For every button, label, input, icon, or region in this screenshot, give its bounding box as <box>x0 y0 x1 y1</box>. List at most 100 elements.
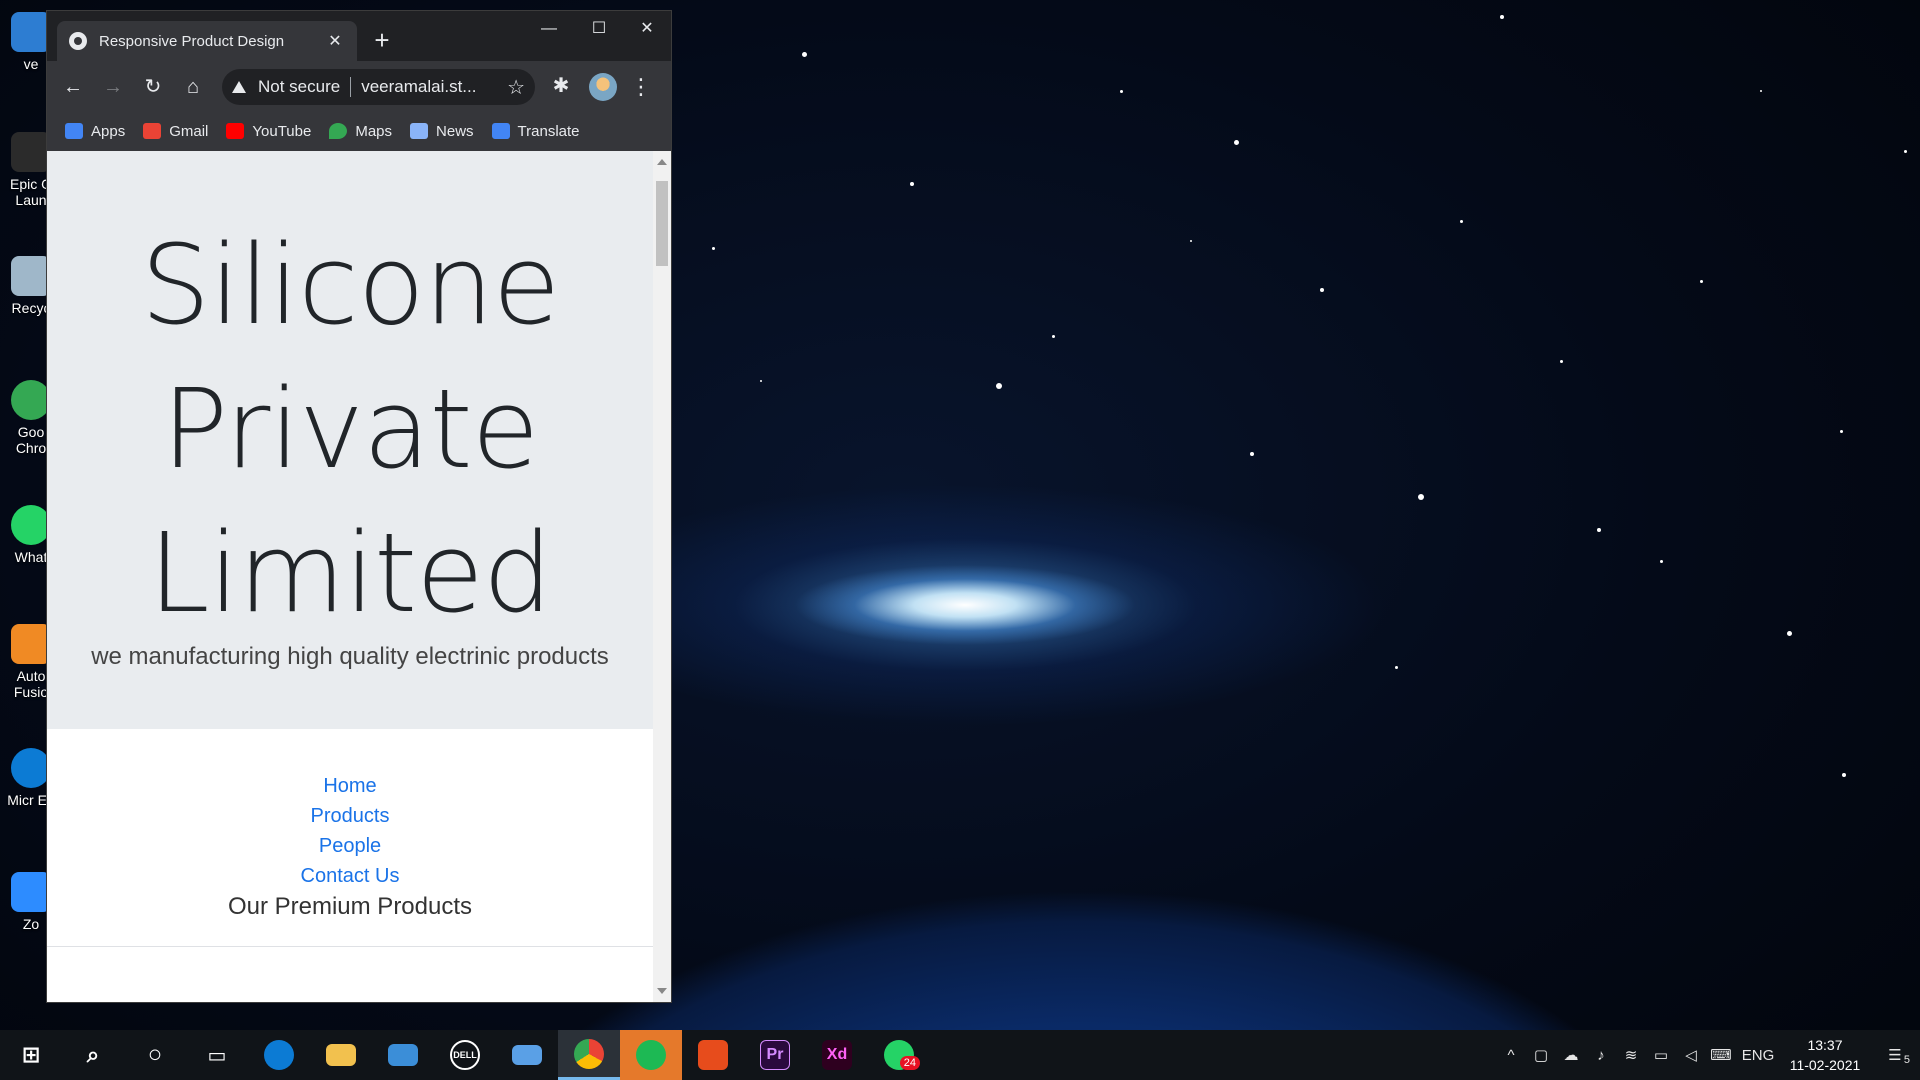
language-indicator[interactable]: ENG <box>1736 1047 1780 1064</box>
task-view-button[interactable]: ▭ <box>186 1030 248 1080</box>
premiere-icon: Pr <box>760 1040 790 1070</box>
nav-link-contact[interactable]: Contact Us <box>47 861 653 891</box>
clock-date: 11-02-2021 <box>1789 1057 1861 1073</box>
profile-avatar[interactable] <box>589 73 617 101</box>
tab-strip: Responsive Product Design ✕ + — ☐ ✕ <box>47 11 671 61</box>
dell-icon: DELL <box>450 1040 480 1070</box>
search-button[interactable]: ⌕ <box>62 1030 124 1080</box>
taskbar-whatsapp[interactable]: 24 <box>868 1030 930 1080</box>
hero-title-line: Silicone <box>140 221 561 349</box>
notification-center-icon[interactable]: ☰ 5 <box>1870 1046 1920 1066</box>
cortana-button[interactable]: ○ <box>124 1030 186 1080</box>
new-tab-button[interactable]: + <box>367 27 397 53</box>
hero-subtitle: we manufacturing high quality electrinic… <box>91 643 609 670</box>
site-nav: Home Products People Contact Us <box>47 771 653 891</box>
hero-jumbotron: Silicone Private Limited we manufacturin… <box>47 151 653 729</box>
system-tray: ^ ▢ ☁ ♪ ≋ ▭ ◁ ⌨ ENG 13:37 11-02-2021 ☰ 5 <box>1496 1030 1920 1080</box>
scroll-down-arrow-icon[interactable] <box>657 988 667 994</box>
extensions-puzzle-icon[interactable]: ✱ <box>550 75 572 97</box>
edge-icon <box>264 1040 294 1070</box>
browser-window: Responsive Product Design ✕ + — ☐ ✕ ← → … <box>46 10 672 1003</box>
apps-grid-icon <box>65 123 83 139</box>
taskbar-premiere[interactable]: Pr <box>744 1030 806 1080</box>
reload-icon[interactable]: ↻ <box>137 71 169 103</box>
scroll-up-arrow-icon[interactable] <box>657 159 667 165</box>
office-icon <box>698 1040 728 1070</box>
meet-now-icon[interactable]: ▢ <box>1526 1046 1556 1064</box>
chrome-icon <box>574 1038 604 1069</box>
taskbar-edge[interactable] <box>248 1030 310 1080</box>
spotify-icon <box>636 1040 666 1070</box>
bookmark-youtube[interactable]: YouTube <box>226 123 311 140</box>
taskbar-app[interactable] <box>496 1030 558 1080</box>
taskbar-spotify[interactable] <box>620 1030 682 1080</box>
youtube-icon <box>226 123 245 139</box>
whatsapp-badge: 24 <box>899 1056 920 1070</box>
browser-tab[interactable]: Responsive Product Design ✕ <box>57 21 357 61</box>
taskbar-office[interactable] <box>682 1030 744 1080</box>
security-label[interactable]: Not secure <box>258 77 340 97</box>
home-icon[interactable]: ⌂ <box>177 71 209 103</box>
bookmarks-bar: Apps Gmail YouTube Maps News Translate <box>47 111 671 151</box>
nav-link-people[interactable]: People <box>47 831 653 861</box>
taskbar-chrome[interactable] <box>558 1030 620 1080</box>
bookmark-gmail[interactable]: Gmail <box>143 123 208 140</box>
bookmark-apps[interactable]: Apps <box>65 123 125 140</box>
section-title: Our Premium Products <box>227 893 473 920</box>
mail-icon <box>388 1044 418 1066</box>
nav-link-products[interactable]: Products <box>47 801 653 831</box>
section-divider <box>47 946 653 947</box>
tab-close-button[interactable]: ✕ <box>325 31 345 51</box>
bookmark-star-icon[interactable]: ☆ <box>507 75 525 100</box>
chevron-up-icon[interactable]: ^ <box>1496 1047 1526 1064</box>
translate-icon <box>491 123 510 139</box>
taskbar-mail[interactable] <box>372 1030 434 1080</box>
nav-link-home[interactable]: Home <box>47 771 653 801</box>
globe-icon <box>69 32 87 50</box>
clock-time: 13:37 <box>1807 1037 1843 1053</box>
warning-icon <box>232 81 246 93</box>
bookmark-translate[interactable]: Translate <box>491 123 580 140</box>
news-icon <box>410 123 429 139</box>
bookmark-news[interactable]: News <box>410 123 474 140</box>
search-icon: ⌕ <box>86 1042 100 1067</box>
bookmark-maps[interactable]: Maps <box>329 123 392 140</box>
battery-icon[interactable]: ▭ <box>1646 1046 1676 1064</box>
close-window-button[interactable]: ✕ <box>627 17 667 41</box>
hero-title-line: Limited <box>148 509 552 637</box>
hero-title: Silicone Private Limited <box>47 213 653 645</box>
gmail-icon <box>143 123 162 139</box>
windows-icon: ⊞ <box>21 1042 41 1067</box>
page-scrollbar[interactable] <box>653 151 671 1002</box>
maps-icon <box>329 123 348 139</box>
folder-icon <box>326 1044 356 1066</box>
onedrive-cloud-icon[interactable]: ☁ <box>1556 1046 1586 1064</box>
cortana-icon: ○ <box>147 1041 163 1068</box>
omnibox-divider <box>350 77 352 97</box>
wifi-icon[interactable]: ≋ <box>1616 1046 1646 1064</box>
app-icon <box>512 1045 542 1065</box>
volume-icon[interactable]: ◁ <box>1676 1046 1706 1064</box>
taskbar-file-explorer[interactable] <box>310 1030 372 1080</box>
hero-title-line: Private <box>161 365 540 493</box>
forward-icon[interactable]: → <box>97 71 129 103</box>
microphone-icon[interactable]: ♪ <box>1586 1047 1616 1064</box>
page-viewport: Silicone Private Limited we manufacturin… <box>47 151 653 1002</box>
xd-icon: Xd <box>822 1040 852 1070</box>
url-text[interactable]: veeramalai.st... <box>361 77 507 97</box>
scrollbar-thumb[interactable] <box>656 181 668 266</box>
clock[interactable]: 13:37 11-02-2021 <box>1780 1035 1870 1075</box>
back-icon[interactable]: ← <box>57 71 89 103</box>
taskbar: ⊞ ⌕ ○ ▭ DELL Pr Xd 24 ^ ▢ ☁ ♪ ≋ ▭ ◁ ⌨ EN… <box>0 1030 1920 1080</box>
taskbar-xd[interactable]: Xd <box>806 1030 868 1080</box>
maximize-button[interactable]: ☐ <box>579 17 619 41</box>
tab-title: Responsive Product Design <box>99 32 285 50</box>
minimize-button[interactable]: — <box>529 17 569 41</box>
task-view-icon: ▭ <box>207 1044 227 1067</box>
notification-count: 5 <box>1903 1054 1910 1066</box>
start-button[interactable]: ⊞ <box>0 1030 62 1080</box>
taskbar-dell[interactable]: DELL <box>434 1030 496 1080</box>
keyboard-icon[interactable]: ⌨ <box>1706 1046 1736 1064</box>
menu-kebab-icon[interactable]: ⋮ <box>627 71 655 103</box>
address-bar[interactable]: Not secure veeramalai.st... ☆ <box>222 69 535 105</box>
